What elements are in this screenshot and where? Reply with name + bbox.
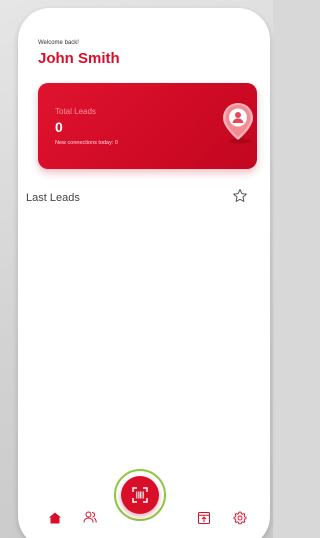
new-connections-text: New connections today: 0 — [55, 140, 118, 146]
total-leads-count: 0 — [55, 119, 63, 135]
phone-screen: Welcome back! John Smith Total Leads 0 N… — [18, 8, 270, 538]
export-icon[interactable] — [197, 511, 211, 525]
barcode-scan-icon — [132, 487, 148, 503]
total-leads-card[interactable]: Total Leads 0 New connections today: 0 — [38, 83, 257, 169]
gear-icon[interactable] — [233, 511, 247, 525]
scan-button[interactable] — [121, 476, 159, 514]
star-icon[interactable] — [232, 188, 248, 204]
users-icon[interactable] — [83, 510, 97, 524]
home-icon[interactable] — [48, 511, 62, 525]
user-name: John Smith — [38, 50, 120, 67]
total-leads-title: Total Leads — [55, 107, 96, 116]
location-pin-user-icon — [223, 103, 253, 144]
welcome-text: Welcome back! — [38, 40, 79, 46]
last-leads-title: Last Leads — [26, 192, 80, 204]
